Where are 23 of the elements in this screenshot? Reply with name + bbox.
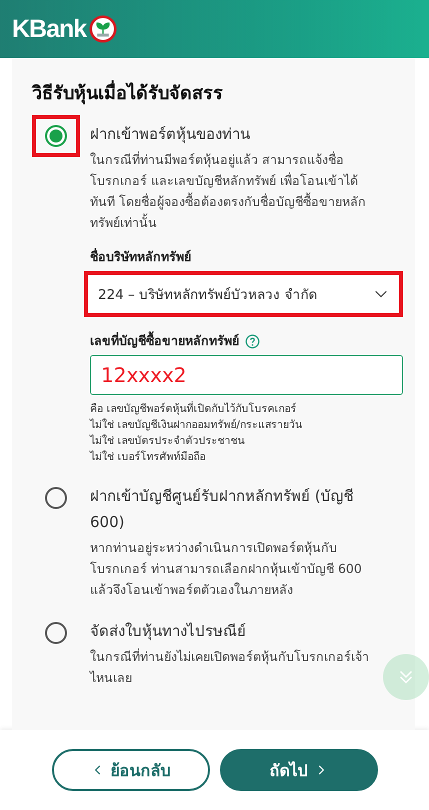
option-description: หากท่านอยู่ระหว่างดำเนินการเปิดพอร์ตหุ้นกับโบรกเกอร์ ท่านสามารถเลือกฝากหุ้นเข้าบัญชี 600 แล้วจึงโอนเข้าพอร์ตตัวเองในภายหลัง bbox=[90, 539, 363, 599]
option-label: จัดส่งใบหุ้นทางไปรษณีย์ bbox=[90, 621, 247, 642]
help-icon[interactable] bbox=[245, 334, 260, 348]
section-title: วิธีรับหุ้นเมื่อได้รับจัดสรร bbox=[32, 78, 403, 107]
field-label: ชื่อบริษัทหลักทรัพย์ bbox=[90, 247, 191, 266]
hint-text: ไม่ใช่ เลขบัตรประจำตัวประชาชน bbox=[90, 434, 246, 449]
input-field[interactable]: 12xxxx2 bbox=[90, 355, 403, 395]
option-description: ในกรณีที่ท่านมีพอร์ตหุ้นอยู่แล้ว สามารถแจ้งชื่อโบรกเกอร์ และเลขบัญชีหลักทรัพย์ เพื่อโอนเข้าได้ทันที โดยชื่อผู้จองซื้อต้องตรงกับชื่อบัญชีซื้อขายหลักทรัพย์เท่านั้น bbox=[90, 150, 367, 232]
hint-text: ไม่ใช่ เลขบัญชีเงินฝากออมทรัพย์/กระแสรายวัน bbox=[90, 418, 303, 433]
hint-text: ไม่ใช่ เบอร์โทรศัพท์มือถือ bbox=[90, 450, 206, 465]
option-label: ฝากเข้าพอร์ตหุ้นของท่าน bbox=[90, 124, 251, 146]
radio-button[interactable] bbox=[45, 622, 67, 644]
field-label: เลขที่บัญชีซื้อขายหลักทรัพย์ bbox=[90, 331, 239, 350]
back-button[interactable]: ย้อนกลับ bbox=[52, 749, 210, 791]
next-button[interactable]: ถัดไป bbox=[220, 749, 378, 791]
option-label: ฝากเข้าบัญชีศูนย์รับฝากหลักทรัพย์ (บัญชี 600) bbox=[90, 486, 355, 533]
leaf-logo-icon bbox=[89, 15, 118, 43]
logo-text: KBank bbox=[12, 14, 86, 44]
radio-button[interactable] bbox=[45, 487, 67, 509]
dropdown-field[interactable]: 224 – บริษัทหลักทรัพย์บัวหลวง จำกัด bbox=[84, 271, 403, 317]
option-description: ในกรณีที่ท่านยังไม่เคยเปิดพอร์ตหุ้นกับโบรกเกอร์เจ้าไหนเลย bbox=[90, 647, 370, 687]
hint-text: คือ เลขบัญชีพอร์ตหุ้นที่เปิดกับไว้กับโบรคเกอร์ bbox=[90, 401, 298, 417]
radio-button[interactable] bbox=[45, 125, 67, 147]
